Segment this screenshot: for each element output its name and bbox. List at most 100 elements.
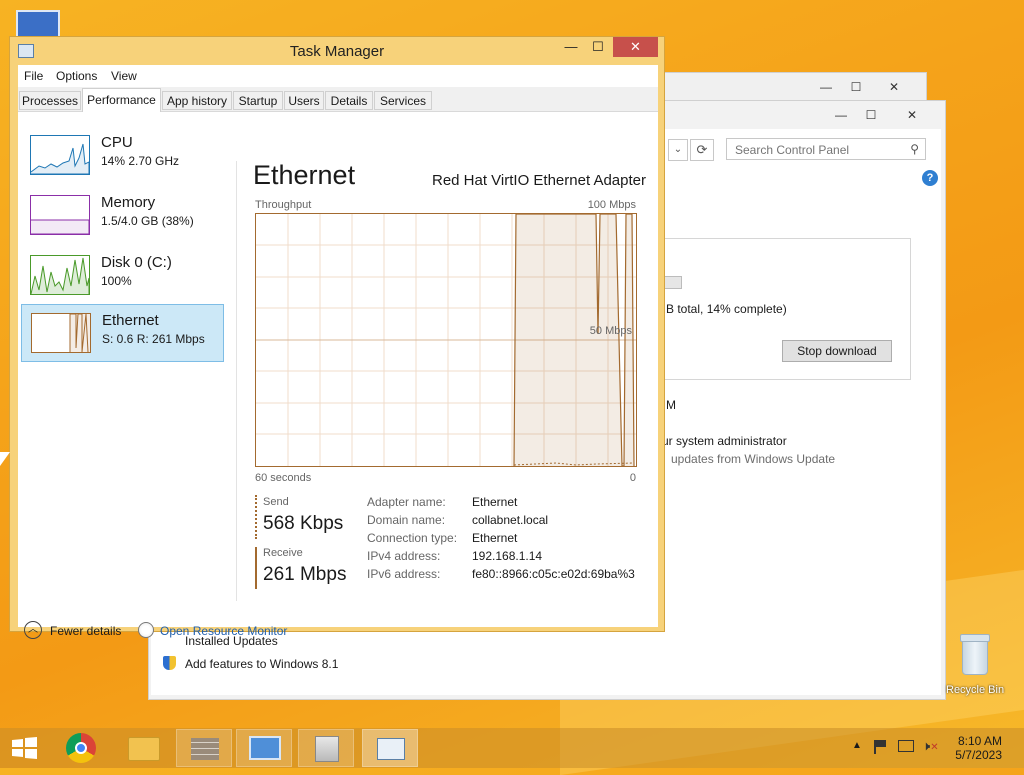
clock-time: 8:10 AM xyxy=(957,734,1002,748)
task-manager-taskbar-button[interactable] xyxy=(362,729,418,767)
sidebar-item-ethernet[interactable]: Ethernet S: 0.6 R: 261 Mbps xyxy=(21,304,224,362)
sidebar-sub-disk: 100% xyxy=(101,274,132,288)
cpu-sparkline xyxy=(31,143,89,174)
address-dropdown-icon[interactable]: ⌄ xyxy=(668,139,688,161)
search-icon[interactable]: ⚲ xyxy=(910,142,919,156)
graph-label-time: 60 seconds xyxy=(255,472,312,484)
tab-performance[interactable]: Performance xyxy=(82,88,161,112)
detail-value-domain: collabnet.local xyxy=(472,513,549,527)
sidebar-sub-ethernet: S: 0.6 R: 261 Mbps xyxy=(102,332,205,346)
maximize-icon[interactable]: ☐ xyxy=(844,77,868,97)
fewer-details-button[interactable]: ︿ Fewer details xyxy=(24,621,134,643)
task-manager-window[interactable]: Task Manager — ☐ ✕ File Options View Pro… xyxy=(9,36,665,639)
maximize-icon[interactable]: ☐ xyxy=(584,37,612,57)
sidebar-label-ethernet: Ethernet xyxy=(102,312,159,329)
graph-label-zero: 0 xyxy=(629,472,636,484)
sidebar-label-cpu: CPU xyxy=(101,134,133,151)
menu-file[interactable]: File xyxy=(24,69,43,83)
detail-label-connection: Connection type: xyxy=(367,531,458,545)
close-icon[interactable]: ✕ xyxy=(871,77,917,97)
windows-update-link[interactable]: updates from Windows Update xyxy=(671,452,835,466)
chrome-taskbar-button[interactable] xyxy=(54,729,110,767)
graph-label-throughput: Throughput xyxy=(255,199,312,211)
detail-value-ipv4: 192.168.1.14 xyxy=(472,549,543,563)
receive-label: Receive xyxy=(263,547,303,559)
menu-bar: File Options View xyxy=(18,65,658,87)
send-label: Send xyxy=(263,496,289,508)
sidebar-label-disk: Disk 0 (C:) xyxy=(101,254,172,271)
sidebar-item-disk[interactable]: Disk 0 (C:) 100% xyxy=(21,247,224,305)
detail-value-adapter: Ethernet xyxy=(472,495,518,509)
menu-options[interactable]: Options xyxy=(56,69,97,83)
memory-sparkline xyxy=(31,219,89,234)
tab-processes[interactable]: Processes xyxy=(19,91,81,110)
add-features-link[interactable]: Add features to Windows 8.1 xyxy=(185,657,338,671)
detail-label-domain: Domain name: xyxy=(367,513,446,527)
volume-muted-icon[interactable]: 🕨✕ xyxy=(922,738,939,754)
recycle-bin-icon[interactable] xyxy=(958,632,990,676)
firewall-taskbar-button[interactable] xyxy=(176,729,232,767)
system-admin-text: ur system administrator xyxy=(662,434,787,448)
adapter-name-heading: Red Hat VirtIO Ethernet Adapter xyxy=(431,172,646,189)
text-m: M xyxy=(666,398,676,412)
show-hidden-icons[interactable]: ▲ xyxy=(852,740,862,751)
ethernet-graph-thumbnail xyxy=(31,313,91,353)
system-clock[interactable]: 8:10 AM 5/7/2023 xyxy=(955,734,1002,762)
recycle-bin-label: Recycle Bin xyxy=(946,684,1005,696)
stop-download-button[interactable]: Stop download xyxy=(782,340,892,362)
tab-users[interactable]: Users xyxy=(284,91,324,110)
detail-value-connection: Ethernet xyxy=(472,531,518,545)
receive-value: 261 Mbps xyxy=(263,564,347,585)
tab-details[interactable]: Details xyxy=(325,91,373,110)
chevron-up-icon: ︿ xyxy=(24,621,42,639)
minimize-icon[interactable]: — xyxy=(814,77,838,97)
mouse-pointer-icon xyxy=(0,452,10,466)
send-value: 568 Kbps xyxy=(263,513,344,534)
search-input[interactable] xyxy=(733,140,907,160)
resource-monitor-icon xyxy=(138,622,154,638)
download-progress-text: B total, 14% complete) xyxy=(666,302,787,316)
help-icon[interactable]: ? xyxy=(922,170,938,186)
tab-startup[interactable]: Startup xyxy=(233,91,283,110)
close-icon[interactable]: ✕ xyxy=(613,37,658,57)
installer-taskbar-button[interactable] xyxy=(298,729,354,767)
download-progress-bar xyxy=(662,276,682,289)
detail-label-adapter: Adapter name: xyxy=(367,495,446,509)
memory-graph-thumbnail xyxy=(30,195,90,235)
network-monitor-icon xyxy=(249,736,281,760)
installer-icon xyxy=(315,736,339,762)
maximize-icon[interactable]: ☐ xyxy=(859,105,883,125)
fewer-details-label: Fewer details xyxy=(50,624,122,638)
throughput-graph: 50 Mbps xyxy=(255,213,637,467)
sidebar-item-cpu[interactable]: CPU 14% 2.70 GHz xyxy=(21,127,224,185)
taskbar: ▲ 🕨✕ 8:10 AM 5/7/2023 xyxy=(0,728,1024,768)
tab-services[interactable]: Services xyxy=(374,91,432,110)
title-bar[interactable]: Task Manager — ☐ ✕ xyxy=(10,37,664,63)
sidebar-sub-memory: 1.5/4.0 GB (38%) xyxy=(101,214,194,228)
firewall-icon xyxy=(191,738,219,760)
task-manager-body: File Options View Processes Performance … xyxy=(18,65,658,639)
network-taskbar-button[interactable] xyxy=(236,729,292,767)
close-icon[interactable]: ✕ xyxy=(889,105,935,125)
tab-app-history[interactable]: App history xyxy=(162,91,232,110)
refresh-icon[interactable]: ⟳ xyxy=(690,139,714,161)
file-explorer-taskbar-button[interactable] xyxy=(116,729,172,767)
open-resource-monitor-link[interactable]: Open Resource Monitor xyxy=(138,621,308,643)
action-center-flag-icon[interactable] xyxy=(874,740,890,754)
minimize-icon[interactable]: — xyxy=(557,37,585,57)
panel-divider xyxy=(236,161,237,601)
cpu-graph-thumbnail xyxy=(30,135,90,175)
detail-value-ipv6: fe80::8966:c05c:e02d:69ba%3 xyxy=(472,567,635,581)
graph-label-mid: 50 Mbps xyxy=(589,325,632,337)
menu-view[interactable]: View xyxy=(111,69,137,83)
search-control-panel[interactable]: ⚲ xyxy=(726,138,926,160)
receive-indicator xyxy=(255,547,257,589)
start-button[interactable] xyxy=(0,729,48,767)
shield-icon xyxy=(163,656,176,670)
minimize-icon[interactable]: — xyxy=(829,105,853,125)
sidebar-item-memory[interactable]: Memory 1.5/4.0 GB (38%) xyxy=(21,187,224,245)
network-tray-icon[interactable] xyxy=(898,740,914,752)
task-manager-icon xyxy=(377,738,405,760)
desktop-computer-icon[interactable] xyxy=(16,10,60,38)
detail-label-ipv6: IPv6 address: xyxy=(367,567,441,581)
